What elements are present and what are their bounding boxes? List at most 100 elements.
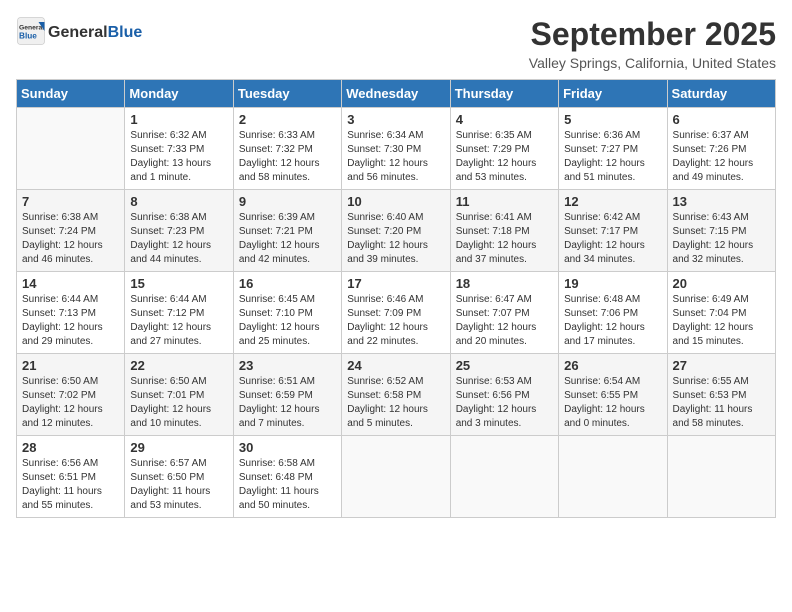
day-info: Sunrise: 6:37 AMSunset: 7:26 PMDaylight:… (673, 129, 770, 185)
day-info: Sunrise: 6:44 AMSunset: 7:12 PMDaylight:… (130, 293, 227, 349)
calendar-cell: 20 Sunrise: 6:49 AMSunset: 7:04 PMDayligh… (667, 272, 775, 354)
title-block: September 2025 Valley Springs, Californi… (529, 16, 776, 71)
day-info: Sunrise: 6:33 AMSunset: 7:32 PMDaylight:… (239, 129, 336, 185)
calendar-cell: 14 Sunrise: 6:44 AMSunset: 7:13 PMDayligh… (17, 272, 125, 354)
calendar-cell: 9Sunrise: 6:39 AMSunset: 7:21 PMDaylight… (233, 190, 341, 272)
weekday-header: Friday (559, 80, 667, 108)
weekday-header: Monday (125, 80, 233, 108)
calendar-cell: 23 Sunrise: 6:51 AMSunset: 6:59 PMDayligh… (233, 354, 341, 436)
calendar-cell: 6 Sunrise: 6:37 AMSunset: 7:26 PMDaylight… (667, 108, 775, 190)
logo: General Blue GeneralBlue (16, 16, 142, 46)
logo-text: GeneralBlue (48, 21, 142, 42)
day-info: Sunrise: 6:50 AMSunset: 7:01 PMDaylight:… (130, 375, 227, 431)
day-number: 22 (130, 358, 227, 373)
day-number: 4 (456, 112, 553, 127)
day-info: Sunrise: 6:47 AMSunset: 7:07 PMDaylight:… (456, 293, 553, 349)
calendar-cell (17, 108, 125, 190)
day-number: 23 (239, 358, 336, 373)
day-number: 24 (347, 358, 444, 373)
calendar-cell (342, 436, 450, 518)
day-number: 21 (22, 358, 119, 373)
day-info: Sunrise: 6:44 AMSunset: 7:13 PMDaylight:… (22, 293, 119, 349)
day-number: 2 (239, 112, 336, 127)
calendar-cell: 7 Sunrise: 6:38 AMSunset: 7:24 PMDaylight… (17, 190, 125, 272)
day-number: 9 (239, 194, 336, 209)
header-row: SundayMondayTuesdayWednesdayThursdayFrid… (17, 80, 776, 108)
calendar-cell: 4 Sunrise: 6:35 AMSunset: 7:29 PMDaylight… (450, 108, 558, 190)
day-number: 29 (130, 440, 227, 455)
calendar-table: SundayMondayTuesdayWednesdayThursdayFrid… (16, 79, 776, 518)
day-number: 18 (456, 276, 553, 291)
day-number: 7 (22, 194, 119, 209)
svg-text:General: General (19, 25, 44, 32)
calendar-week-row: 21 Sunrise: 6:50 AMSunset: 7:02 PMDayligh… (17, 354, 776, 436)
month-title: September 2025 (529, 16, 776, 53)
calendar-cell: 3 Sunrise: 6:34 AMSunset: 7:30 PMDaylight… (342, 108, 450, 190)
calendar-cell: 2 Sunrise: 6:33 AMSunset: 7:32 PMDaylight… (233, 108, 341, 190)
day-info: Sunrise: 6:50 AMSunset: 7:02 PMDaylight:… (22, 375, 119, 431)
calendar-cell: 1Sunrise: 6:32 AMSunset: 7:33 PMDaylight… (125, 108, 233, 190)
day-number: 20 (673, 276, 770, 291)
day-info: Sunrise: 6:38 AMSunset: 7:24 PMDaylight:… (22, 211, 119, 267)
calendar-cell: 11Sunrise: 6:41 AMSunset: 7:18 PMDayligh… (450, 190, 558, 272)
day-info: Sunrise: 6:42 AMSunset: 7:17 PMDaylight:… (564, 211, 661, 267)
svg-text:Blue: Blue (19, 32, 37, 41)
calendar-cell: 12 Sunrise: 6:42 AMSunset: 7:17 PMDayligh… (559, 190, 667, 272)
day-info: Sunrise: 6:49 AMSunset: 7:04 PMDaylight:… (673, 293, 770, 349)
day-number: 11 (456, 194, 553, 209)
day-info: Sunrise: 6:52 AMSunset: 6:58 PMDaylight:… (347, 375, 444, 431)
day-number: 26 (564, 358, 661, 373)
calendar-cell: 16Sunrise: 6:45 AMSunset: 7:10 PMDayligh… (233, 272, 341, 354)
day-info: Sunrise: 6:55 AMSunset: 6:53 PMDaylight:… (673, 375, 770, 431)
day-info: Sunrise: 6:56 AMSunset: 6:51 PMDaylight:… (22, 457, 119, 513)
day-info: Sunrise: 6:54 AMSunset: 6:55 PMDaylight:… (564, 375, 661, 431)
weekday-header: Wednesday (342, 80, 450, 108)
weekday-header: Saturday (667, 80, 775, 108)
day-info: Sunrise: 6:43 AMSunset: 7:15 PMDaylight:… (673, 211, 770, 267)
day-number: 30 (239, 440, 336, 455)
calendar-week-row: 1Sunrise: 6:32 AMSunset: 7:33 PMDaylight… (17, 108, 776, 190)
calendar-cell: 26 Sunrise: 6:54 AMSunset: 6:55 PMDayligh… (559, 354, 667, 436)
calendar-cell: 21 Sunrise: 6:50 AMSunset: 7:02 PMDayligh… (17, 354, 125, 436)
day-info: Sunrise: 6:38 AMSunset: 7:23 PMDaylight:… (130, 211, 227, 267)
calendar-week-row: 14 Sunrise: 6:44 AMSunset: 7:13 PMDayligh… (17, 272, 776, 354)
day-number: 15 (130, 276, 227, 291)
calendar-cell: 10 Sunrise: 6:40 AMSunset: 7:20 PMDayligh… (342, 190, 450, 272)
day-number: 8 (130, 194, 227, 209)
calendar-cell: 5 Sunrise: 6:36 AMSunset: 7:27 PMDaylight… (559, 108, 667, 190)
calendar-week-row: 28 Sunrise: 6:56 AMSunset: 6:51 PMDayligh… (17, 436, 776, 518)
day-info: Sunrise: 6:35 AMSunset: 7:29 PMDaylight:… (456, 129, 553, 185)
day-info: Sunrise: 6:45 AMSunset: 7:10 PMDaylight:… (239, 293, 336, 349)
day-info: Sunrise: 6:34 AMSunset: 7:30 PMDaylight:… (347, 129, 444, 185)
calendar-cell: 29Sunrise: 6:57 AMSunset: 6:50 PMDayligh… (125, 436, 233, 518)
day-number: 14 (22, 276, 119, 291)
weekday-header: Thursday (450, 80, 558, 108)
day-info: Sunrise: 6:32 AMSunset: 7:33 PMDaylight:… (130, 129, 227, 185)
calendar-cell: 30Sunrise: 6:58 AMSunset: 6:48 PMDayligh… (233, 436, 341, 518)
weekday-header: Sunday (17, 80, 125, 108)
day-number: 12 (564, 194, 661, 209)
calendar-cell: 28 Sunrise: 6:56 AMSunset: 6:51 PMDayligh… (17, 436, 125, 518)
day-info: Sunrise: 6:48 AMSunset: 7:06 PMDaylight:… (564, 293, 661, 349)
day-info: Sunrise: 6:36 AMSunset: 7:27 PMDaylight:… (564, 129, 661, 185)
day-info: Sunrise: 6:51 AMSunset: 6:59 PMDaylight:… (239, 375, 336, 431)
day-number: 27 (673, 358, 770, 373)
day-number: 28 (22, 440, 119, 455)
calendar-cell: 18 Sunrise: 6:47 AMSunset: 7:07 PMDayligh… (450, 272, 558, 354)
day-number: 17 (347, 276, 444, 291)
weekday-header: Tuesday (233, 80, 341, 108)
calendar-cell: 8 Sunrise: 6:38 AMSunset: 7:23 PMDaylight… (125, 190, 233, 272)
calendar-cell (450, 436, 558, 518)
calendar-cell: 13 Sunrise: 6:43 AMSunset: 7:15 PMDayligh… (667, 190, 775, 272)
calendar-week-row: 7 Sunrise: 6:38 AMSunset: 7:24 PMDaylight… (17, 190, 776, 272)
calendar-cell (667, 436, 775, 518)
day-number: 5 (564, 112, 661, 127)
calendar-cell: 22 Sunrise: 6:50 AMSunset: 7:01 PMDayligh… (125, 354, 233, 436)
day-number: 3 (347, 112, 444, 127)
day-number: 13 (673, 194, 770, 209)
day-number: 10 (347, 194, 444, 209)
day-info: Sunrise: 6:40 AMSunset: 7:20 PMDaylight:… (347, 211, 444, 267)
page-header: General Blue GeneralBlue September 2025 … (16, 16, 776, 71)
calendar-cell (559, 436, 667, 518)
day-number: 6 (673, 112, 770, 127)
